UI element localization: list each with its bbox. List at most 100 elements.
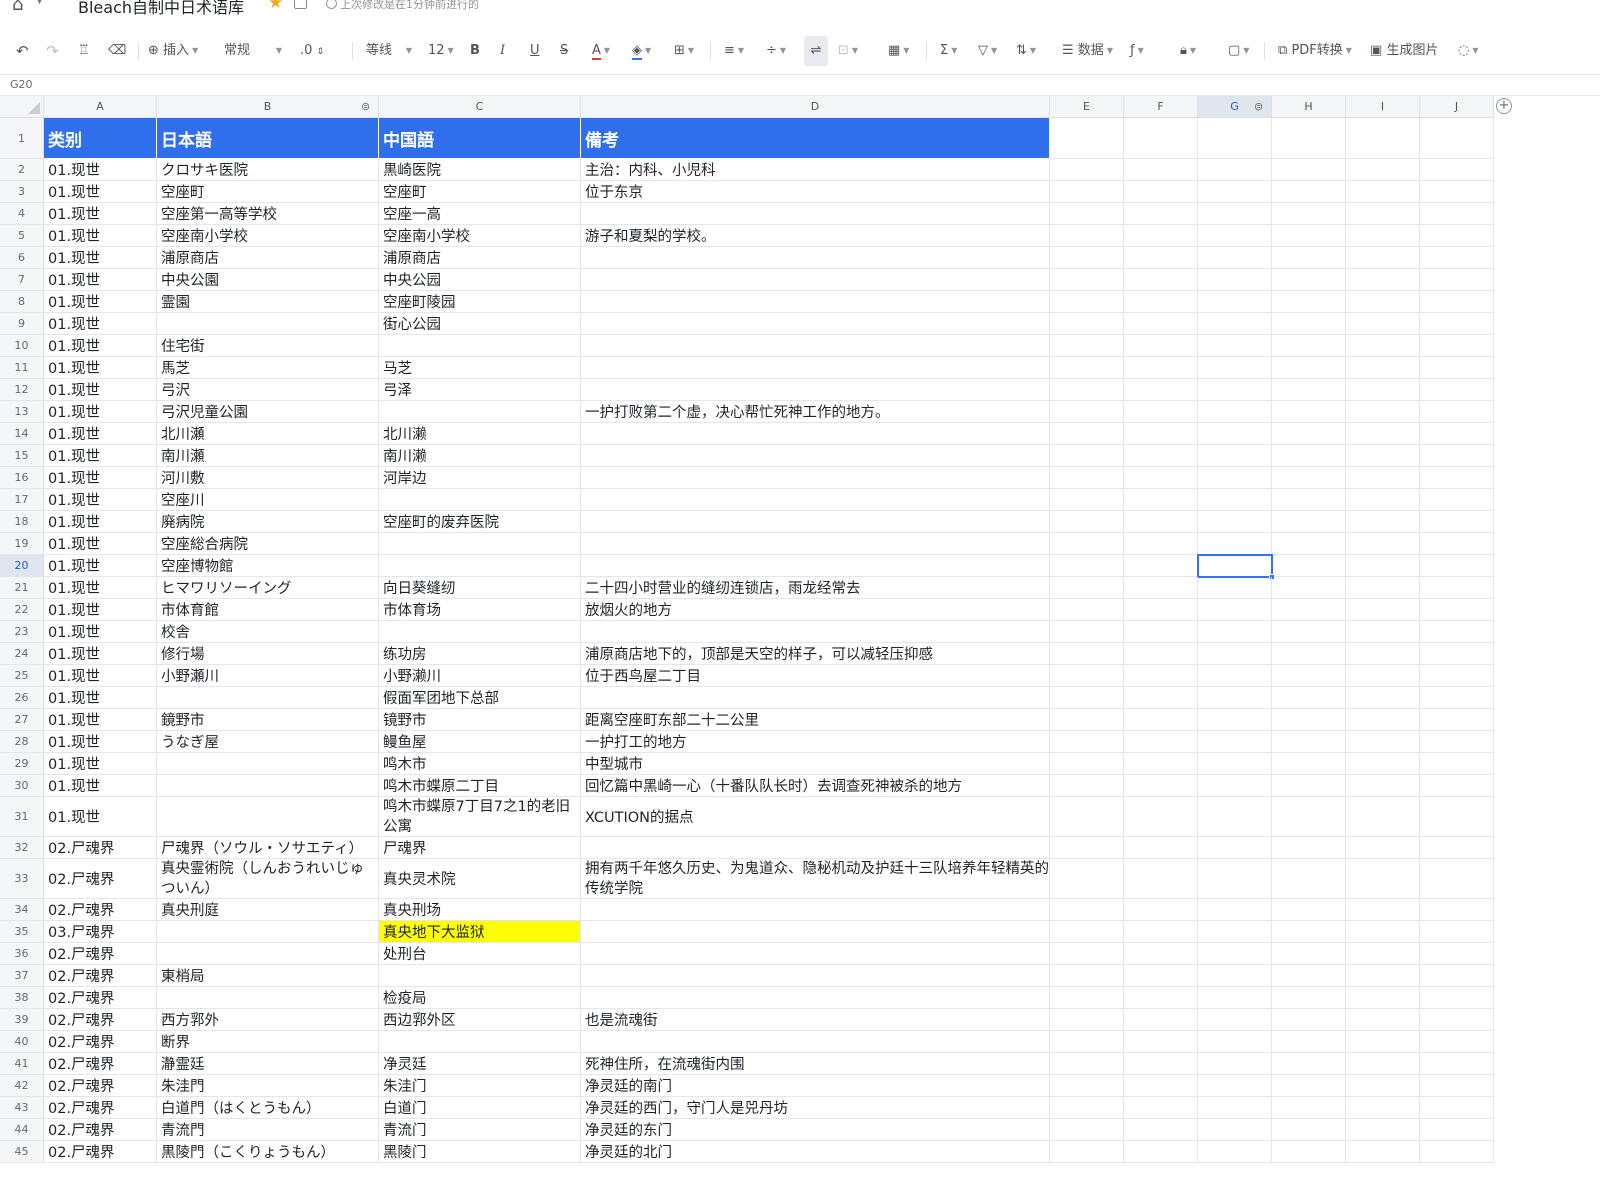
- cell[interactable]: 河岸边: [379, 467, 581, 489]
- cell[interactable]: 01.现世: [44, 203, 157, 225]
- cell[interactable]: [581, 335, 1050, 357]
- cell[interactable]: [1050, 335, 1124, 357]
- cell[interactable]: [1420, 118, 1494, 159]
- row-header[interactable]: 16: [0, 467, 44, 489]
- cell[interactable]: 市体育场: [379, 599, 581, 621]
- sum-icon[interactable]: Σ ▼: [940, 36, 957, 66]
- cell[interactable]: [1420, 1119, 1494, 1141]
- cell[interactable]: [379, 335, 581, 357]
- cell[interactable]: 01.现世: [44, 423, 157, 445]
- cell[interactable]: 假面军团地下总部: [379, 687, 581, 709]
- cell[interactable]: [1346, 225, 1420, 247]
- cell[interactable]: [1124, 118, 1198, 159]
- strikethrough-icon[interactable]: S: [560, 36, 568, 66]
- cell[interactable]: [1124, 965, 1198, 987]
- cell[interactable]: 01.现世: [44, 225, 157, 247]
- cell[interactable]: [1272, 181, 1346, 203]
- row-header[interactable]: 45: [0, 1141, 44, 1163]
- cell[interactable]: 瀞霊廷: [157, 1053, 379, 1075]
- cell[interactable]: 空座総合病院: [157, 533, 379, 555]
- cell[interactable]: [379, 401, 581, 423]
- cell[interactable]: [157, 687, 379, 709]
- cell[interactable]: [1272, 1031, 1346, 1053]
- cell[interactable]: 空座町: [157, 181, 379, 203]
- cell[interactable]: [1050, 943, 1124, 965]
- row-header[interactable]: 38: [0, 987, 44, 1009]
- cell[interactable]: [1050, 797, 1124, 837]
- header-cell[interactable]: 備考: [581, 118, 1050, 159]
- column-header-a[interactable]: A: [44, 96, 157, 118]
- cell[interactable]: 尸魂界: [379, 837, 581, 859]
- row-header[interactable]: 41: [0, 1053, 44, 1075]
- eraser-icon[interactable]: ⌫: [108, 36, 126, 66]
- cell[interactable]: 01.现世: [44, 577, 157, 599]
- cell[interactable]: [1050, 467, 1124, 489]
- cell[interactable]: クロサキ医院: [157, 159, 379, 181]
- cell[interactable]: 住宅街: [157, 335, 379, 357]
- cell[interactable]: 空座町: [379, 181, 581, 203]
- cell[interactable]: 主治：内科、小児科: [581, 159, 1050, 181]
- cell[interactable]: [1124, 859, 1198, 899]
- cell[interactable]: [1050, 401, 1124, 423]
- cell[interactable]: [1124, 555, 1198, 577]
- cell[interactable]: [1198, 159, 1272, 181]
- cell[interactable]: [581, 687, 1050, 709]
- cell[interactable]: 真央灵术院: [379, 859, 581, 899]
- cell[interactable]: [581, 445, 1050, 467]
- cell[interactable]: [379, 489, 581, 511]
- cell[interactable]: [1272, 987, 1346, 1009]
- cell[interactable]: 01.现世: [44, 621, 157, 643]
- cell[interactable]: [1198, 1097, 1272, 1119]
- cell[interactable]: [1346, 687, 1420, 709]
- cell[interactable]: [1198, 1053, 1272, 1075]
- cell[interactable]: 一护打败第二个虚，决心帮忙死神工作的地方。: [581, 401, 1050, 423]
- cell[interactable]: [379, 965, 581, 987]
- cell[interactable]: [1272, 731, 1346, 753]
- cell[interactable]: [157, 921, 379, 943]
- cell[interactable]: [1124, 203, 1198, 225]
- cell[interactable]: 01.现世: [44, 489, 157, 511]
- cell[interactable]: [1420, 401, 1494, 423]
- cell[interactable]: [1124, 921, 1198, 943]
- cell[interactable]: 鸣木市蝶原7丁目7之1的老旧公寓: [379, 797, 581, 837]
- cell[interactable]: 02.尸魂界: [44, 943, 157, 965]
- cell[interactable]: 净灵廷的南门: [581, 1075, 1050, 1097]
- filter-icon[interactable]: ⊜: [1254, 100, 1263, 113]
- cell[interactable]: [1198, 247, 1272, 269]
- cell[interactable]: [379, 621, 581, 643]
- vertical-align-icon[interactable]: ÷ ▼: [766, 36, 786, 66]
- cell[interactable]: [1124, 357, 1198, 379]
- merge-cells-icon[interactable]: ⊡ ▼: [838, 36, 858, 66]
- cell[interactable]: 浦原商店地下的，顶部是天空的样子，可以减轻压抑感: [581, 643, 1050, 665]
- cell[interactable]: [1420, 379, 1494, 401]
- cell[interactable]: [1198, 837, 1272, 859]
- cell[interactable]: 鸣木市蝶原二丁目: [379, 775, 581, 797]
- column-header-j[interactable]: J: [1420, 96, 1494, 118]
- cell[interactable]: 北川瀬: [157, 423, 379, 445]
- cell[interactable]: [1198, 643, 1272, 665]
- cell[interactable]: 鏡野市: [157, 709, 379, 731]
- cell[interactable]: [1272, 489, 1346, 511]
- cell[interactable]: [1420, 643, 1494, 665]
- cell[interactable]: [1272, 837, 1346, 859]
- cell[interactable]: [1272, 401, 1346, 423]
- cell[interactable]: [1124, 643, 1198, 665]
- cell[interactable]: [1346, 775, 1420, 797]
- cell[interactable]: [1346, 335, 1420, 357]
- cell[interactable]: [1198, 533, 1272, 555]
- cell[interactable]: [1346, 731, 1420, 753]
- cell[interactable]: [1124, 943, 1198, 965]
- cell[interactable]: [1346, 965, 1420, 987]
- cell[interactable]: 02.尸魂界: [44, 899, 157, 921]
- row-header[interactable]: 24: [0, 643, 44, 665]
- column-header-h[interactable]: H: [1272, 96, 1346, 118]
- cell[interactable]: [1346, 709, 1420, 731]
- cell[interactable]: [1346, 401, 1420, 423]
- row-header[interactable]: 2: [0, 159, 44, 181]
- row-header[interactable]: 23: [0, 621, 44, 643]
- cell[interactable]: 01.现世: [44, 247, 157, 269]
- row-header[interactable]: 9: [0, 313, 44, 335]
- cell[interactable]: [581, 247, 1050, 269]
- row-header[interactable]: 10: [0, 335, 44, 357]
- row-header[interactable]: 43: [0, 1097, 44, 1119]
